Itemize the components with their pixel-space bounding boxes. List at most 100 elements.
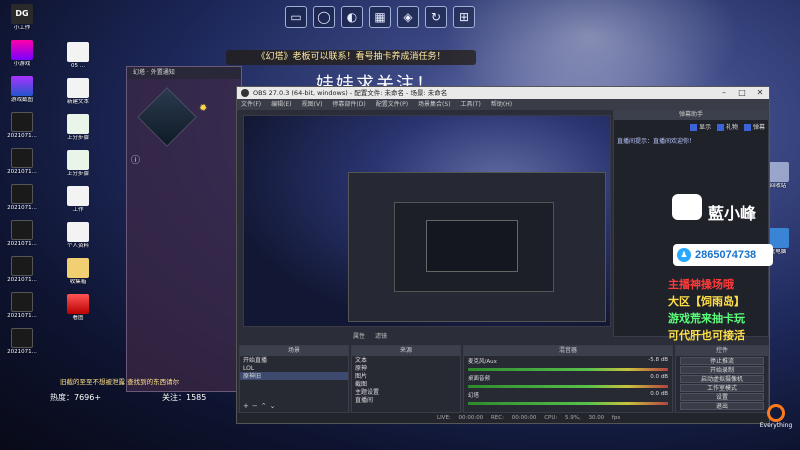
scene-item[interactable]: 原神旧	[240, 372, 348, 380]
desktop-icon[interactable]: 收集箱	[56, 258, 100, 294]
desktop-icon[interactable]: 游戏截图	[0, 76, 44, 112]
scenes-dock[interactable]: 场景 开始直播 LOL 原神旧 +−⌃⌄	[239, 345, 349, 413]
circle-icon[interactable]: ◐	[341, 6, 363, 28]
desktop-col2-icons: 05 ... 新建文本 上分步骤 上分步骤 工作 个人资料 收集箱 看图	[56, 42, 106, 330]
source-item[interactable]: 图片	[352, 372, 460, 380]
qq-icon: ♟	[677, 248, 691, 262]
obs-statusbar: LIVE: 00:00:00 REC: 00:00:00 CPU: 5.9%, …	[237, 413, 769, 423]
desktop-icon[interactable]: DG 小工作	[0, 4, 44, 40]
studio-mode-button[interactable]: 工作室模式	[680, 384, 764, 392]
doc-icon	[67, 150, 89, 170]
controls-dock[interactable]: 控件 停止推流 开始录制 启动虚拟摄像机 工作室模式 设置 退出	[675, 345, 769, 413]
menu-docks[interactable]: 停靠部件(D)	[332, 99, 365, 110]
promo-line: 大区【饲雨岛】	[668, 295, 745, 308]
desktop-icon-label: 游戏截图	[10, 97, 33, 103]
mixer-channel-name: 幻塔	[468, 393, 480, 399]
mixer-dock[interactable]: 混音器 麦克风/Aux -5.8 dB 桌面音频 0.0 dB 幻塔 0.0 d…	[463, 345, 673, 413]
sources-dock[interactable]: 来源 文本 原神 图片 截图 主题设置 直播间	[351, 345, 461, 413]
promo-line: 主播神操场哦	[668, 278, 734, 291]
promo-line: 游戏荒来抽卡玩	[668, 312, 745, 325]
streamer-name: 藍小峰	[708, 204, 757, 223]
app-icon: DG	[11, 4, 33, 24]
desktop-icon[interactable]: 看图	[56, 294, 100, 330]
desktop-icon[interactable]: 小游戏	[0, 40, 44, 76]
desktop-icon-label: 新建文本	[66, 99, 89, 105]
desktop-icon[interactable]: 2021071...	[0, 328, 44, 364]
desktop-icon[interactable]: 2021071...	[0, 184, 44, 220]
desktop-icon[interactable]: 工作	[56, 186, 100, 222]
desktop-icon[interactable]: 上分步骤	[56, 150, 100, 186]
source-item[interactable]: 截图	[352, 380, 460, 388]
volume-meter	[468, 368, 668, 371]
settings-button[interactable]: 设置	[680, 393, 764, 401]
app-icon	[67, 294, 89, 314]
everything-shortcut[interactable]: Everything	[760, 404, 792, 429]
desktop-icon[interactable]: 05 ...	[56, 42, 100, 78]
gift-checkbox[interactable]	[717, 124, 725, 131]
desktop-icon[interactable]: 个人资料	[56, 222, 100, 258]
doc-icon	[67, 42, 89, 62]
menu-edit[interactable]: 编辑(E)	[271, 99, 291, 110]
monitor-icon[interactable]: ▭	[285, 6, 307, 28]
up-icon[interactable]: ⌃	[261, 402, 270, 410]
start-recording-button[interactable]: 开始录制	[680, 366, 764, 374]
remove-icon[interactable]: −	[252, 402, 261, 410]
source-item[interactable]: 原神	[352, 364, 460, 372]
volume-meter	[468, 402, 668, 405]
desktop-icon-label: 2021071...	[7, 349, 37, 355]
follower-counter: 关注：1585	[162, 393, 207, 402]
image-icon[interactable]: ▦	[369, 6, 391, 28]
obs-title-text: OBS 27.0.3 (64-bit, windows) - 配置文件: 未命名…	[253, 89, 448, 97]
show-checkbox[interactable]	[690, 124, 698, 131]
menu-profile[interactable]: 配置文件(P)	[376, 99, 408, 110]
menu-tools[interactable]: 工具(T)	[461, 99, 481, 110]
filters-button[interactable]: 滤镜	[375, 331, 387, 341]
desktop-icon-label: 小工作	[13, 25, 31, 31]
desktop-icon[interactable]: 上分步骤	[56, 114, 100, 150]
exit-button[interactable]: 退出	[680, 402, 764, 410]
close-icon[interactable]: ✕	[751, 87, 769, 99]
properties-button[interactable]: 属性	[353, 331, 365, 341]
desktop-icon[interactable]: 2021071...	[0, 256, 44, 292]
source-item[interactable]: 主题设置	[352, 388, 460, 396]
add-icon[interactable]: +	[243, 402, 252, 410]
minimize-icon[interactable]: –	[715, 87, 733, 99]
desktop-icon[interactable]: 2021071...	[0, 220, 44, 256]
source-item[interactable]: 文本	[352, 356, 460, 364]
obs-preview[interactable]	[243, 115, 611, 327]
grid-icon[interactable]: ⊞	[453, 6, 475, 28]
image-icon	[11, 184, 33, 204]
desktop-icon[interactable]: 新建文本	[56, 78, 100, 114]
down-icon[interactable]: ⌄	[270, 402, 279, 410]
desktop-icon-label: 2021071...	[7, 205, 37, 211]
cube-icon[interactable]: ◈	[397, 6, 419, 28]
menu-file[interactable]: 文件(F)	[241, 99, 261, 110]
desktop-icon[interactable]: 2021071...	[0, 292, 44, 328]
refresh-icon[interactable]: ↻	[425, 6, 447, 28]
image-icon	[11, 328, 33, 348]
qq-number: 2865074738	[695, 249, 757, 261]
doc-icon	[67, 78, 89, 98]
companion-window[interactable]: 幻塔 · 外置通知 ✹ ⓘ	[126, 66, 242, 392]
desktop-icon[interactable]: 2021071...	[0, 112, 44, 148]
desktop-icon[interactable]: 2021071...	[0, 148, 44, 184]
doc-icon	[67, 114, 89, 134]
sun-icon: ✹	[199, 103, 208, 114]
circle-icon[interactable]: ◯	[313, 6, 335, 28]
scene-item[interactable]: 开始直播	[240, 356, 348, 364]
virtual-camera-button[interactable]: 启动虚拟摄像机	[680, 375, 764, 383]
desktop-icon-label: 上分步骤	[66, 171, 89, 177]
folder-icon	[67, 258, 89, 278]
image-icon	[11, 148, 33, 168]
maximize-icon[interactable]: □	[733, 87, 751, 99]
source-item[interactable]: 直播间	[352, 396, 460, 404]
scene-item[interactable]: LOL	[240, 364, 348, 372]
menu-help[interactable]: 帮助(H)	[491, 99, 512, 110]
stop-streaming-button[interactable]: 停止推流	[680, 357, 764, 365]
danmu-checkbox[interactable]	[743, 124, 751, 131]
scene-controls: +−⌃⌄	[243, 402, 279, 410]
menu-view[interactable]: 视图(V)	[302, 99, 323, 110]
promo-line: 可代肝也可接活	[668, 329, 745, 342]
menu-scene-collection[interactable]: 场景集合(S)	[418, 99, 451, 110]
promo-banner: 《幻塔》老板可以联系！看号抽卡养成消任务！	[226, 50, 476, 65]
